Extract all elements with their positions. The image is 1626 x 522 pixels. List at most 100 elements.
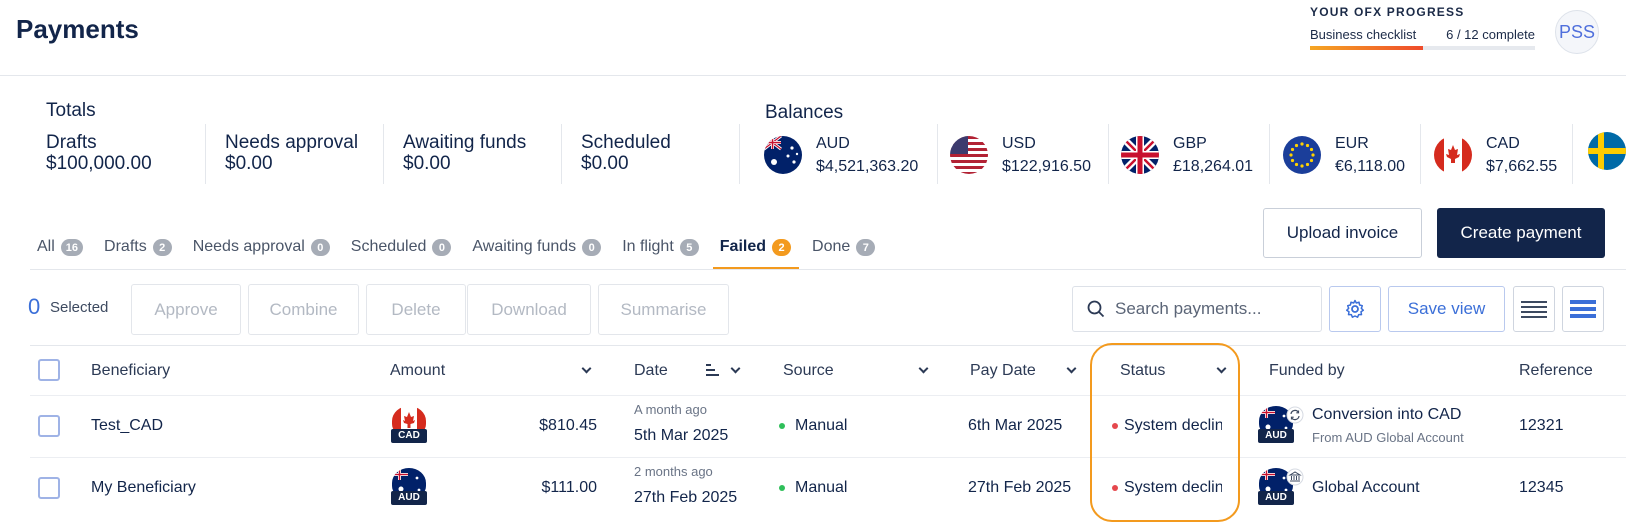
row-checkbox[interactable]	[38, 477, 60, 499]
save-view-button[interactable]: Save view	[1388, 286, 1505, 332]
column-label: Source	[783, 362, 834, 379]
balances-title: Balances	[765, 102, 844, 123]
tab-scheduled[interactable]: Scheduled 0	[344, 232, 460, 270]
chevron-down-icon[interactable]	[581, 363, 592, 374]
search-input[interactable]	[1115, 299, 1305, 319]
create-payment-button[interactable]: Create payment	[1437, 208, 1605, 258]
sort-icon[interactable]	[706, 364, 720, 376]
balance-currency: GBP	[1173, 135, 1207, 152]
column-status[interactable]: Status	[1120, 362, 1165, 380]
divider	[739, 124, 740, 184]
date: 5th Mar 2025	[634, 427, 729, 444]
divider	[1420, 124, 1421, 184]
progress-bar	[1310, 46, 1535, 50]
delete-button[interactable]: Delete	[366, 284, 466, 335]
au-flag-icon	[764, 136, 802, 174]
amount: $810.45	[539, 417, 597, 434]
comfortable-view-button[interactable]	[1562, 286, 1604, 332]
balance-usd[interactable]: USD $122,916.50	[950, 132, 1091, 178]
beneficiary-name: Test_CAD	[91, 417, 164, 434]
balance-currency: USD	[1002, 135, 1036, 152]
totals-title: Totals	[46, 100, 96, 121]
status-label: System declined	[1124, 417, 1222, 434]
combine-button[interactable]: Combine	[248, 284, 359, 335]
balance-aud[interactable]: AUD $4,521,363.20	[764, 132, 918, 178]
tab-label: In flight	[622, 238, 674, 255]
tab-all[interactable]: All 16	[30, 232, 91, 270]
tab-label: Scheduled	[350, 238, 427, 255]
tab-failed[interactable]: Failed 2	[712, 232, 800, 270]
tab-count-badge: 2	[772, 239, 792, 256]
chevron-down-icon[interactable]	[730, 363, 741, 374]
chevron-down-icon[interactable]	[918, 363, 929, 374]
total-label: Needs approval	[225, 132, 359, 153]
ofx-progress[interactable]: YOUR OFX PROGRESS Business checklist 6 /…	[1310, 5, 1535, 50]
total-needs-approval[interactable]: Needs approval $0.00	[225, 132, 358, 174]
balance-cad[interactable]: CAD $7,662.55	[1434, 132, 1557, 178]
source-dot	[779, 422, 785, 429]
total-scheduled[interactable]: Scheduled $0.00	[581, 132, 671, 174]
gb-flag-icon	[1121, 136, 1159, 174]
tab-needs-approval[interactable]: Needs approval 0	[186, 232, 338, 270]
select-all-checkbox[interactable]	[38, 359, 60, 381]
balance-amount: $4,521,363.20	[816, 158, 919, 175]
tab-count-badge: 0	[310, 239, 330, 256]
compact-view-button[interactable]	[1513, 286, 1555, 332]
status-dot	[1112, 422, 1118, 429]
tab-done[interactable]: Done 7	[805, 232, 883, 270]
column-source[interactable]: Source	[783, 362, 834, 380]
total-label: Awaiting funds	[403, 132, 527, 153]
column-pay-date[interactable]: Pay Date	[970, 362, 1036, 380]
balance-currency: CAD	[1486, 135, 1520, 152]
row-checkbox[interactable]	[38, 415, 60, 437]
tab-drafts[interactable]: Drafts 2	[97, 232, 180, 270]
avatar[interactable]: PSS	[1555, 10, 1599, 54]
status-label: System declined	[1124, 479, 1222, 496]
column-label: Amount	[390, 362, 446, 379]
currency-label: AUD	[1258, 491, 1294, 505]
row-divider	[30, 395, 1626, 396]
progress-label: Business checklist	[1310, 27, 1417, 42]
funded-by: Global Account	[1312, 479, 1420, 496]
date-relative: A month ago	[634, 402, 707, 417]
divider	[1108, 124, 1109, 184]
balance-eur[interactable]: EUR €6,118.00	[1283, 132, 1405, 178]
chevron-down-icon[interactable]	[1216, 363, 1227, 374]
download-button[interactable]: Download	[467, 284, 591, 335]
column-label: Status	[1120, 362, 1166, 379]
eu-flag-icon	[1283, 136, 1321, 174]
balance-amount: $7,662.55	[1486, 158, 1558, 175]
status-dot	[1112, 484, 1118, 491]
tab-count-badge: 0	[582, 239, 602, 256]
tab-awaiting-funds[interactable]: Awaiting funds 0	[465, 232, 609, 270]
search-box[interactable]	[1072, 286, 1322, 332]
total-awaiting-funds[interactable]: Awaiting funds $0.00	[403, 132, 526, 174]
upload-invoice-button[interactable]: Upload invoice	[1263, 208, 1422, 258]
divider	[937, 124, 938, 184]
total-drafts[interactable]: Drafts $100,000.00	[46, 132, 152, 174]
column-amount[interactable]: Amount	[390, 362, 445, 380]
source: Manual	[779, 479, 847, 497]
tab-in-flight[interactable]: In flight 5	[615, 232, 707, 270]
column-reference[interactable]: Reference	[1519, 362, 1593, 380]
tab-count-badge: 0	[432, 239, 452, 256]
ca-flag-icon: CAD	[390, 406, 428, 444]
balance-gbp[interactable]: GBP £18,264.01	[1121, 132, 1253, 178]
tab-label: Done	[812, 238, 851, 255]
total-value: $0.00	[225, 153, 273, 174]
beneficiary-name: My Beneficiary	[91, 479, 196, 496]
column-date[interactable]: Date	[634, 362, 668, 380]
settings-button[interactable]	[1329, 286, 1381, 332]
source-dot	[779, 484, 785, 491]
source: Manual	[779, 417, 847, 435]
chevron-down-icon[interactable]	[1066, 363, 1077, 374]
approve-button[interactable]: Approve	[131, 284, 241, 335]
column-beneficiary[interactable]: Beneficiary	[91, 362, 170, 380]
balance-currency: EUR	[1335, 135, 1369, 152]
total-value: $0.00	[581, 153, 629, 174]
currency-label: AUD	[391, 491, 427, 505]
list-comfortable-icon	[1570, 300, 1596, 318]
page-header: Payments YOUR OFX PROGRESS Business chec…	[0, 0, 1626, 76]
summarise-button[interactable]: Summarise	[598, 284, 729, 335]
column-funded-by[interactable]: Funded by	[1269, 362, 1345, 380]
